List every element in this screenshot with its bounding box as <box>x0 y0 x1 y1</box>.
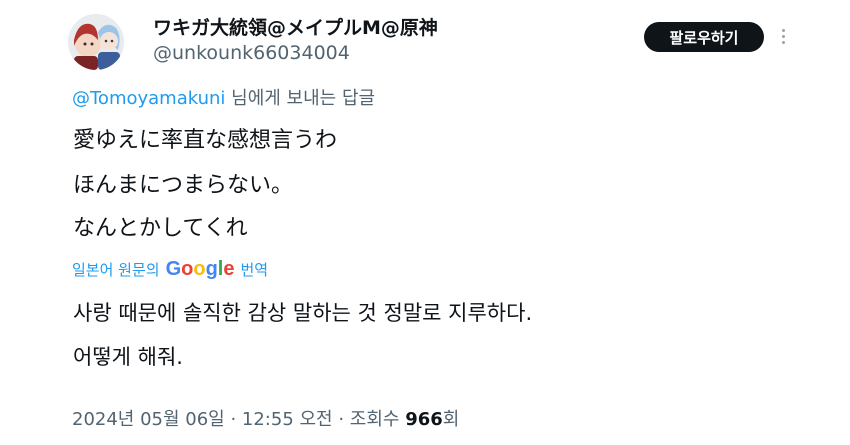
timestamp[interactable]: 2024년 05월 06일 · 12:55 오전 · 조회수 <box>72 409 405 430</box>
google-logo: Google <box>166 258 235 281</box>
tweet-text-line: 愛ゆえに率直な感想言うわ <box>73 128 338 153</box>
follow-button[interactable]: 팔로우하기 <box>644 22 764 52</box>
tweet-meta: 2024년 05월 06일 · 12:55 오전 · 조회수 966회 <box>72 405 459 431</box>
reply-mention-link[interactable]: @Tomoyamakuni <box>72 88 225 109</box>
avatar-image <box>68 14 124 70</box>
translated-text-line: 어떻게 해줘. <box>73 345 183 369</box>
reply-context: @Tomoyamakuni 님에게 보내는 답글 <box>72 84 375 110</box>
avatar[interactable] <box>68 14 124 70</box>
google-logo-letter: G <box>165 258 182 280</box>
google-logo-letter: o <box>193 258 206 280</box>
translation-prefix: 일본어 원문의 <box>72 261 160 279</box>
tweet-text-line: なんとかしてくれ <box>73 216 248 241</box>
reply-context-suffix: 님에게 보내는 답글 <box>225 88 376 109</box>
translation-suffix: 번역 <box>240 261 269 279</box>
google-logo-letter: g <box>205 258 218 280</box>
google-logo-letter: o <box>181 258 194 280</box>
translation-attribution[interactable]: 일본어 원문의 Google 번역 <box>72 258 268 281</box>
translated-text-line: 사랑 때문에 솔직한 감상 말하는 것 정말로 지루하다. <box>73 301 533 325</box>
author-display-name[interactable]: ワキガ大統領@メイプルM@原神 <box>153 13 438 40</box>
author-handle[interactable]: @unkounk66034004 <box>153 42 350 64</box>
view-count-suffix: 회 <box>442 409 460 430</box>
more-options-icon[interactable] <box>773 20 793 52</box>
google-logo-letter: e <box>223 258 235 280</box>
tweet-text-line: ほんまにつまらない。 <box>73 173 294 198</box>
view-count: 966 <box>405 409 443 430</box>
